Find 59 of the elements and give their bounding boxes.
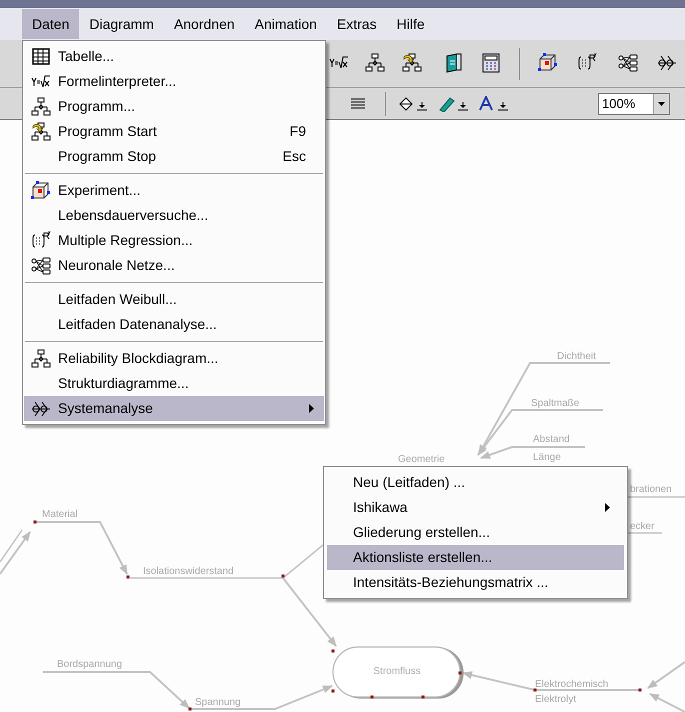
diagram-label: Abstand (533, 434, 570, 445)
cube-icon (31, 180, 51, 200)
flowchart-run-icon (31, 122, 51, 142)
menu-item[interactable]: Anordnen (164, 9, 245, 39)
menu-item[interactable]: Programm Start F9 (24, 119, 324, 144)
menu-item[interactable]: Neuronale Netze... (24, 253, 324, 278)
connector-arrow (649, 693, 685, 712)
network-icon (31, 256, 51, 276)
menu-item[interactable]: Multiple Regression... (24, 228, 324, 253)
menu-item[interactable]: Gliederung erstellen... (327, 520, 624, 545)
menu-item[interactable]: Extras (326, 9, 387, 39)
menu-item[interactable]: Reliability Blockdiagram... (24, 346, 324, 371)
menu-item[interactable]: Formelinterpreter... (24, 69, 324, 94)
menu-item[interactable]: Leitfaden Datenanalyse... (24, 312, 324, 337)
network-icon[interactable] (617, 52, 639, 74)
diagram-label: Geometrie (398, 454, 445, 465)
menu-item[interactable]: Daten (22, 9, 80, 39)
diagram-label: Dichtheit (557, 351, 596, 362)
flowchart-icon (31, 96, 51, 116)
connector-arrow (647, 661, 685, 689)
menu-item[interactable]: Aktionsliste erstellen... (327, 545, 624, 570)
diagram-label: Länge (533, 452, 561, 463)
diagram-label: ecker (630, 521, 654, 532)
menu-item[interactable]: Experiment... (24, 178, 324, 203)
menu-item[interactable]: Lebensdauerversuche... (24, 203, 324, 228)
node-label: Stromfluss (373, 666, 421, 677)
zoom-dropdown[interactable]: 100% (598, 93, 670, 115)
cube-icon[interactable] (537, 52, 559, 74)
dropdown-arrow-icon (658, 102, 665, 106)
menu-item[interactable]: Systemanalyse (24, 396, 324, 421)
diagram-label: Elektrochemisch (535, 679, 608, 690)
menu-item[interactable]: Hilfe (386, 9, 435, 39)
menu-item[interactable]: Tabelle... (24, 44, 324, 69)
diagram-label: Elektrolyt (535, 694, 576, 705)
diagram-label: Material (42, 509, 78, 520)
table-icon (31, 46, 51, 66)
connector-arrow (0, 531, 31, 575)
flowchart-run-icon[interactable] (401, 52, 423, 74)
menu-item[interactable]: Diagramm (79, 9, 164, 39)
menu-item[interactable]: Neu (Leitfaden) ... (327, 470, 624, 495)
text-color-icon[interactable] (478, 96, 508, 112)
flowchart-icon[interactable] (364, 52, 386, 74)
menu-item[interactable]: Animation (244, 9, 327, 39)
menu-item[interactable]: Strukturdiagramme... (24, 371, 324, 396)
regression-icon (31, 230, 51, 250)
calculator-icon[interactable] (480, 52, 502, 74)
menu-item[interactable]: Programm Stop Esc (24, 144, 324, 169)
block-diagram-icon (31, 348, 51, 368)
menu-item[interactable]: Ishikawa (327, 495, 624, 520)
menu-item[interactable]: Leitfaden Weibull... (24, 287, 324, 312)
menu-item[interactable]: Programm... (24, 94, 324, 119)
paint-bucket-icon[interactable] (397, 96, 427, 112)
diagram-label: Spannung (195, 697, 241, 708)
pen-icon[interactable] (438, 96, 468, 112)
diagram-label: brationen (630, 484, 672, 495)
diagram-label: Isolationswiderstand (143, 566, 234, 577)
menu-item[interactable]: Intensitäts-Beziehungsmatrix ... (327, 570, 624, 595)
diagram-label: Bordspannung (57, 659, 122, 670)
diagram-label: Spaltmaße (531, 398, 580, 409)
